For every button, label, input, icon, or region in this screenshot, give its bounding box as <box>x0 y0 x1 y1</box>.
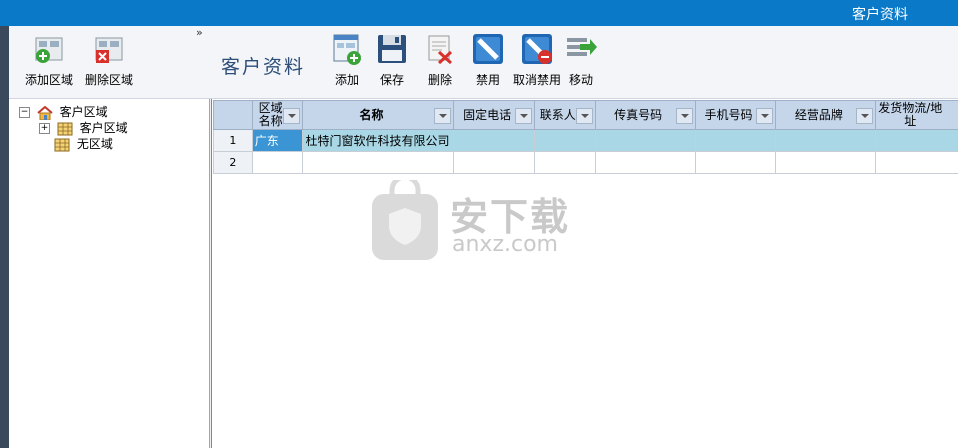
brand-cell[interactable] <box>775 151 877 174</box>
column-header-mobile[interactable]: 手机号码 <box>694 100 777 130</box>
fax-cell[interactable] <box>594 151 696 174</box>
disable-label: 禁用 <box>475 73 500 87</box>
disable-button[interactable]: 禁用 <box>468 32 508 88</box>
column-header-label: 发货物流/地址 <box>878 101 943 128</box>
cancel-disable-label: 取消禁用 <box>512 73 561 87</box>
delete-label: 删除 <box>427 73 452 87</box>
save-label: 保存 <box>379 73 404 87</box>
filter-dropdown-icon[interactable] <box>283 108 301 124</box>
filter-dropdown-icon[interactable] <box>756 108 774 124</box>
tree-item-label: 无区域 <box>76 137 113 151</box>
contact-cell[interactable] <box>533 129 596 152</box>
tree-root[interactable]: − 客户区域 <box>19 103 108 120</box>
tree-item-no-region[interactable]: 无区域 <box>51 135 113 151</box>
add-icon <box>333 34 361 65</box>
expand-toggle[interactable]: + <box>39 123 50 134</box>
filter-dropdown-icon[interactable] <box>675 108 693 124</box>
save-button[interactable]: 保存 <box>372 32 412 88</box>
add-region-label: 添加区域 <box>24 73 73 87</box>
column-header-phone[interactable]: 固定电话 <box>453 100 535 130</box>
move-label: 移动 <box>568 73 593 87</box>
fax-cell[interactable] <box>594 129 696 152</box>
cancel-disable-icon <box>522 34 552 64</box>
add-label: 添加 <box>334 73 359 87</box>
column-header-fax[interactable]: 传真号码 <box>594 100 696 130</box>
column-header-brand[interactable]: 经营品牌 <box>775 100 877 130</box>
filter-dropdown-icon[interactable] <box>575 108 593 124</box>
column-header-contact[interactable]: 联系人 <box>533 100 596 130</box>
contact-cell[interactable] <box>533 151 596 174</box>
column-header-label: 名称 <box>359 108 384 122</box>
delete-region-label: 删除区域 <box>84 73 133 87</box>
section-title: 客户资料 <box>221 56 306 78</box>
delete-button[interactable]: 删除 <box>420 32 460 88</box>
tree-item-customer-region[interactable]: + 客户区域 <box>39 119 128 135</box>
grid-folder-icon <box>54 138 70 151</box>
table-row[interactable]: 2 <box>213 151 958 174</box>
row-number: 1 <box>213 129 253 152</box>
column-header-name[interactable]: 名称 <box>302 100 455 130</box>
phone-cell[interactable] <box>453 129 535 152</box>
home-icon <box>37 105 53 120</box>
add-button[interactable]: 添加 <box>327 32 367 88</box>
shipping-cell[interactable] <box>875 151 958 174</box>
tree-root-label: 客户区域 <box>59 105 108 119</box>
delete-region-icon <box>95 37 123 63</box>
table-row[interactable]: 1 广东 杜特门窗软件科技有限公司 <box>213 129 958 152</box>
filter-dropdown-icon[interactable] <box>514 108 532 124</box>
collapse-chevron[interactable]: » <box>196 26 203 39</box>
add-region-icon <box>35 37 63 63</box>
mobile-cell[interactable] <box>694 151 777 174</box>
column-header-label: 经营品牌 <box>794 108 843 122</box>
cancel-disable-button[interactable]: 取消禁用 <box>509 32 565 88</box>
left-edge-strip <box>0 26 9 448</box>
row-number: 2 <box>213 151 253 174</box>
region-cell[interactable] <box>251 151 304 174</box>
region-cell[interactable]: 广东 <box>251 129 304 152</box>
delete-region-button[interactable]: 删除区域 <box>83 32 135 88</box>
watermark-subtext: anxz.com <box>452 232 558 257</box>
title-bar: 客户资料 <box>0 0 958 26</box>
move-icon <box>567 38 597 56</box>
disable-icon <box>473 34 503 64</box>
collapse-toggle[interactable]: − <box>19 107 30 118</box>
filter-dropdown-icon[interactable] <box>856 108 874 124</box>
column-header-label: 传真号码 <box>614 108 663 122</box>
customer-grid: 区域名称 名称 固定电话 联系人 传真号码 手机号码 经营品牌 发货物流/地址 … <box>211 99 958 448</box>
phone-cell[interactable] <box>453 151 535 174</box>
grid-folder-icon <box>57 122 73 135</box>
tree-item-label: 客户区域 <box>79 121 128 135</box>
add-region-button[interactable]: 添加区域 <box>23 32 75 88</box>
name-cell[interactable]: 杜特门窗软件科技有限公司 <box>302 129 455 152</box>
toolbar: 添加区域 删除区域 » 客户资料 添加 保存 删除 禁用 取消禁用 移动 <box>9 26 958 99</box>
shipping-cell[interactable] <box>875 129 958 152</box>
name-cell[interactable] <box>302 151 455 174</box>
watermark-shield-icon <box>372 180 438 260</box>
delete-icon <box>428 35 453 65</box>
column-header-shipping[interactable]: 发货物流/地址 <box>875 100 958 130</box>
save-icon <box>378 35 406 63</box>
column-header-region[interactable]: 区域名称 <box>251 100 304 130</box>
brand-cell[interactable] <box>775 129 877 152</box>
filter-dropdown-icon[interactable] <box>434 108 452 124</box>
mobile-cell[interactable] <box>694 129 777 152</box>
move-button[interactable]: 移动 <box>561 32 601 88</box>
region-tree: − 客户区域 + 客户区域 无区域 <box>9 99 210 448</box>
row-number-header <box>213 100 253 130</box>
window-title: 客户资料 <box>852 7 908 23</box>
grid-header-row: 区域名称 名称 固定电话 联系人 传真号码 手机号码 经营品牌 发货物流/地址 <box>213 100 958 130</box>
